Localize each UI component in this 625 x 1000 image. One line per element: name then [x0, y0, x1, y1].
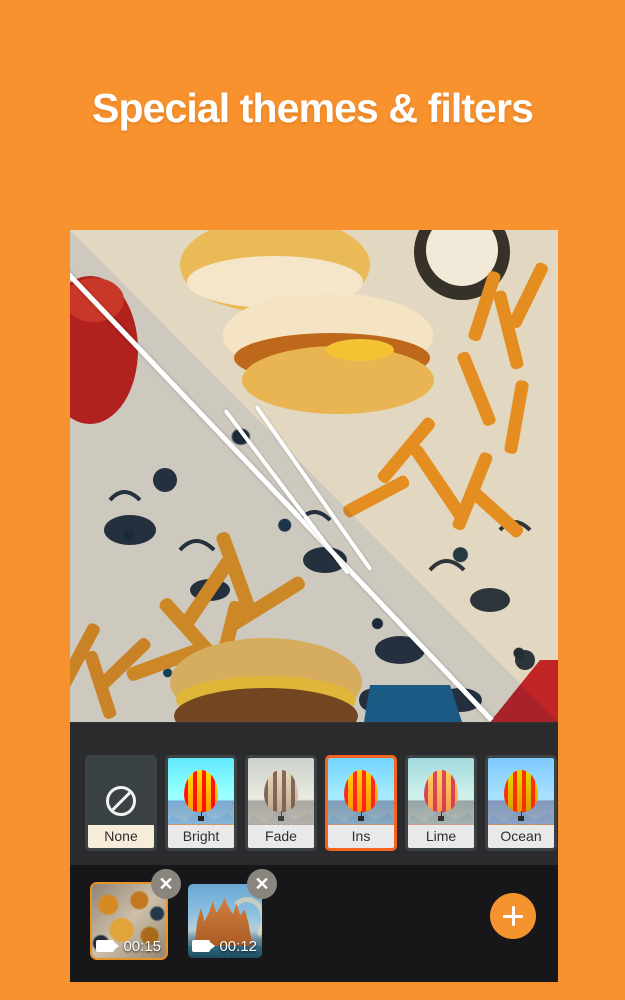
page-title: Special themes & filters	[92, 85, 534, 131]
video-camera-icon	[192, 940, 215, 952]
video-camera-icon	[96, 940, 119, 952]
filter-label: None	[88, 825, 154, 848]
filter-item-bright[interactable]: Bright	[165, 755, 237, 851]
filter-label: Ocean	[488, 825, 554, 848]
timeline-clip[interactable]: 00:15 ✕	[90, 869, 181, 960]
clip-duration: 00:15	[123, 937, 161, 955]
timeline-clip[interactable]: 00:12 ✕	[186, 869, 277, 960]
filter-label: Fade	[248, 825, 314, 848]
clip-footer: 00:15	[92, 936, 166, 958]
filter-label: Ins	[328, 825, 394, 848]
video-preview[interactable]	[70, 230, 558, 722]
clip-footer: 00:12	[188, 936, 262, 958]
filter-item-ocean[interactable]: Ocean	[485, 755, 557, 851]
app-window: None Bright Fade Ins Lime Ocean 00:15 ✕ …	[70, 230, 558, 982]
close-icon[interactable]: ✕	[247, 869, 277, 899]
filter-list: None Bright Fade Ins Lime Ocean	[85, 755, 557, 851]
plus-icon	[511, 906, 515, 926]
filter-item-fade[interactable]: Fade	[245, 755, 317, 851]
close-icon[interactable]: ✕	[151, 869, 181, 899]
no-filter-icon	[106, 786, 136, 816]
clip-list: 00:15 ✕ 00:12 ✕	[90, 869, 277, 960]
clip-duration: 00:12	[219, 937, 257, 955]
filter-item-none[interactable]: None	[85, 755, 157, 851]
filter-label: Lime	[408, 825, 474, 848]
add-clip-button[interactable]	[490, 893, 536, 939]
filter-item-ins[interactable]: Ins	[325, 755, 397, 851]
filter-item-lime[interactable]: Lime	[405, 755, 477, 851]
swipe-arrow-icon	[222, 398, 373, 578]
filter-strip[interactable]: None Bright Fade Ins Lime Ocean	[70, 722, 558, 865]
clip-timeline: 00:15 ✕ 00:12 ✕	[70, 865, 558, 982]
filter-label: Bright	[168, 825, 234, 848]
